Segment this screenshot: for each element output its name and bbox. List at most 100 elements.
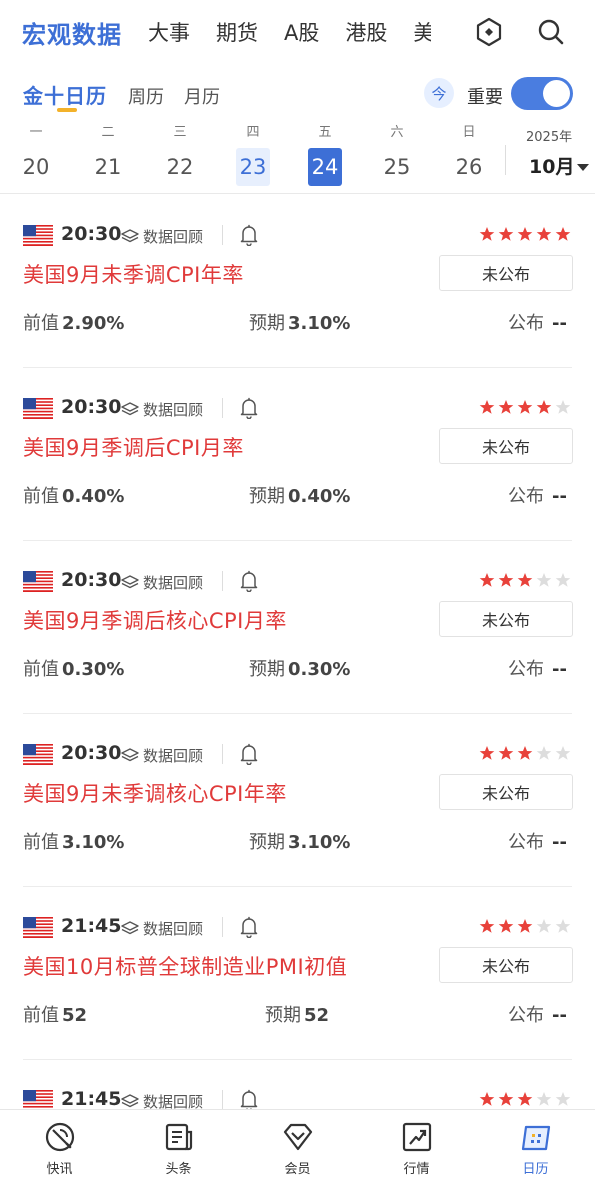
date-number: 22 [166, 155, 194, 179]
tab-big-events[interactable]: 大事 [148, 17, 190, 47]
previous-value: 前值 2.90% [23, 309, 124, 335]
tab-futures[interactable]: 期货 [216, 17, 258, 47]
layers-icon [121, 747, 139, 761]
tab-macro-data[interactable]: 宏观数据 [22, 15, 122, 50]
month-selector[interactable]: 10月 [529, 152, 590, 179]
star-filled-icon [479, 227, 495, 241]
date-number: 21 [94, 155, 122, 179]
previous-value: 前值 3.10% [23, 828, 124, 854]
actual-number: -- [552, 486, 567, 507]
data-review-label: 数据回顾 [143, 401, 204, 419]
data-review-link[interactable]: 数据回顾 [121, 745, 203, 766]
data-review-label: 数据回顾 [143, 747, 204, 765]
star-filled-icon [498, 227, 514, 241]
data-review-link[interactable]: 数据回顾 [121, 918, 203, 939]
toggle-knob [543, 80, 570, 107]
star-filled-icon [479, 919, 495, 933]
nav-flash-news[interactable]: 快讯 [0, 1110, 119, 1199]
bell-icon[interactable] [240, 1089, 258, 1111]
previous-label: 前值 [23, 1005, 59, 1026]
day-cell[interactable]: 六 25 [380, 124, 414, 186]
today-button[interactable]: 今 [424, 78, 454, 108]
importance-stars [478, 226, 573, 242]
data-review-link[interactable]: 数据回顾 [121, 226, 203, 247]
previous-value: 前值 0.40% [23, 482, 124, 508]
bell-icon[interactable] [240, 224, 258, 246]
date-number: 26 [455, 155, 483, 179]
subtab-jin10-calendar[interactable]: 金十日历 [23, 80, 107, 109]
bell-icon[interactable] [240, 743, 258, 765]
subtab-monthly[interactable]: 月历 [184, 83, 220, 109]
event-card[interactable]: 20:30 数据回顾 美国9月季调后核心CPI月率 未公布 前值 0.30% 预期… [0, 541, 595, 714]
event-card[interactable]: 20:30 数据回顾 美国9月未季调CPI年率 未公布 前值 2.90% 预期 3.… [0, 195, 595, 368]
forecast-label: 预期 [249, 313, 285, 334]
previous-number: 2.90% [62, 313, 125, 334]
previous-label: 前值 [23, 832, 59, 853]
data-review-link[interactable]: 数据回顾 [121, 572, 203, 593]
star-filled-icon [536, 227, 552, 241]
star-empty-icon [536, 919, 552, 933]
weekday-label: 六 [390, 125, 404, 140]
nav-calendar[interactable]: 日历 [476, 1110, 595, 1199]
bell-icon[interactable] [240, 397, 258, 419]
star-empty-icon [555, 919, 571, 933]
star-filled-icon [555, 227, 571, 241]
search-icon[interactable] [536, 17, 566, 47]
important-toggle[interactable] [511, 77, 573, 110]
divider [222, 571, 223, 591]
event-title[interactable]: 美国10月标普全球制造业PMI初值 [23, 951, 347, 981]
tab-hk-stocks[interactable]: 港股 [345, 17, 387, 47]
published-value: 公布 -- [508, 1001, 567, 1027]
star-empty-icon [555, 746, 571, 760]
day-cell-selected[interactable]: 五 24 [308, 124, 342, 186]
event-card[interactable]: 20:30 数据回顾 美国9月未季调核心CPI年率 未公布 前值 3.10% 预期… [0, 714, 595, 887]
nav-label: 日历 [522, 1162, 549, 1177]
star-filled-icon [498, 573, 514, 587]
hexagon-icon[interactable] [474, 17, 504, 47]
bell-icon[interactable] [240, 570, 258, 592]
data-review-link[interactable]: 数据回顾 [121, 399, 203, 420]
tab-a-shares[interactable]: A股 [284, 17, 319, 47]
event-card[interactable]: 21:45 数据回顾 美国10月标普全球制造业PMI初值 未公布 前值 52 预期… [0, 887, 595, 1060]
day-cell-today[interactable]: 四 23 [236, 124, 270, 186]
star-filled-icon [498, 746, 514, 760]
active-tab-underline [57, 108, 77, 112]
tab-us-stocks[interactable]: 美 [413, 17, 431, 47]
nav-label: 行情 [403, 1162, 430, 1177]
event-time: 21:45 [61, 1088, 122, 1110]
date-number: 25 [383, 155, 411, 179]
previous-number: 0.40% [62, 486, 125, 507]
event-title[interactable]: 美国9月未季调CPI年率 [23, 259, 244, 289]
month-label: 10月 [529, 156, 575, 178]
published-label: 公布 [508, 313, 544, 334]
divider [222, 917, 223, 937]
event-title[interactable]: 美国9月季调后核心CPI月率 [23, 605, 287, 635]
subtab-weekly[interactable]: 周历 [128, 83, 164, 109]
forecast-label: 预期 [249, 832, 285, 853]
event-title[interactable]: 美国9月未季调核心CPI年率 [23, 778, 287, 808]
status-badge: 未公布 [439, 947, 573, 983]
caret-down-icon [577, 164, 590, 171]
nav-market[interactable]: 行情 [357, 1110, 476, 1199]
bell-icon[interactable] [240, 916, 258, 938]
event-title[interactable]: 美国9月季调后CPI月率 [23, 432, 244, 462]
date-number: 23 [236, 148, 270, 186]
importance-stars [478, 745, 573, 761]
day-cell[interactable]: 一 20 [19, 124, 53, 186]
star-filled-icon [479, 400, 495, 414]
day-cell[interactable]: 三 22 [163, 124, 197, 186]
top-nav: 宏观数据 大事 期货 A股 港股 美 [0, 0, 595, 64]
star-filled-icon [517, 746, 533, 760]
forecast-label: 预期 [249, 659, 285, 680]
forecast-value: 预期 3.10% [249, 828, 350, 854]
flash-news-icon [45, 1122, 74, 1152]
day-cell[interactable]: 二 21 [91, 124, 125, 186]
day-cell[interactable]: 日 26 [452, 124, 486, 186]
nav-membership[interactable]: 会员 [238, 1110, 357, 1199]
importance-stars [478, 572, 573, 588]
star-filled-icon [517, 227, 533, 241]
divider [222, 398, 223, 418]
nav-headlines[interactable]: 头条 [119, 1110, 238, 1199]
nav-label: 会员 [284, 1162, 311, 1177]
event-card[interactable]: 20:30 数据回顾 美国9月季调后CPI月率 未公布 前值 0.40% 预期 0.… [0, 368, 595, 541]
